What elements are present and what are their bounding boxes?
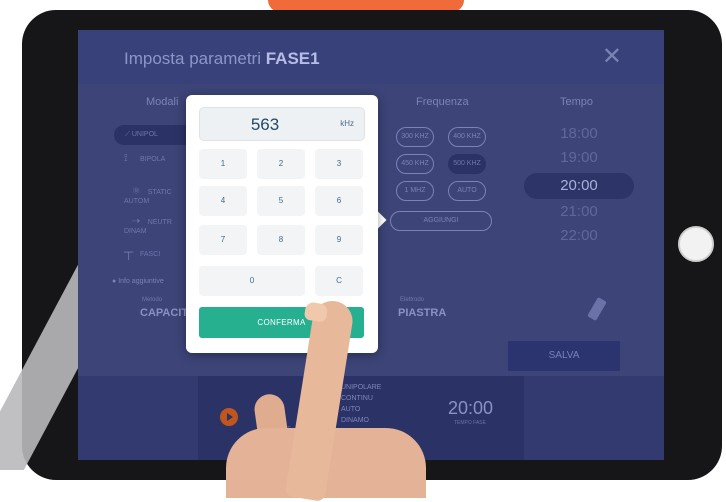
detail-line: DINAMO bbox=[341, 417, 369, 424]
keypad-unit: kHz bbox=[340, 119, 354, 128]
electrode-icon bbox=[587, 296, 607, 322]
key-9[interactable]: 9 bbox=[315, 225, 363, 255]
key-3[interactable]: 3 bbox=[315, 149, 363, 179]
field-value-method[interactable]: CAPACIT bbox=[140, 307, 188, 319]
mode-neutral[interactable]: ⇢ NEUTR DINAM bbox=[124, 208, 172, 245]
bipolar-icon: ⟟ bbox=[124, 153, 128, 164]
mode-unipolar[interactable]: ⟋ UNIPOL bbox=[114, 125, 196, 145]
mode-beam[interactable]: ┬ FASCI bbox=[124, 244, 160, 259]
key-7[interactable]: 7 bbox=[199, 225, 247, 255]
field-label-method: Metodo bbox=[142, 297, 163, 303]
freq-pill[interactable]: AUTO bbox=[448, 181, 486, 201]
field-label-electrode: Elettrodo bbox=[400, 297, 425, 303]
mode-label: FASCI bbox=[140, 251, 161, 258]
close-icon[interactable]: ✕ bbox=[602, 42, 622, 71]
unipolar-icon: ⟋ bbox=[125, 131, 132, 138]
time-option[interactable]: 21:00 bbox=[524, 201, 634, 223]
key-5[interactable]: 5 bbox=[257, 186, 305, 216]
title-phase: FASE1 bbox=[265, 49, 320, 68]
time-option[interactable]: 22:00 bbox=[524, 225, 634, 247]
freq-pill[interactable]: 400 KHZ bbox=[448, 127, 486, 147]
key-clear[interactable]: C bbox=[315, 266, 363, 296]
keypad-value: 563 bbox=[250, 115, 280, 134]
column-header-time: Tempo bbox=[560, 96, 594, 108]
column-header-frequency: Frequenza bbox=[416, 96, 469, 108]
keypad-display: 563 kHz bbox=[199, 107, 365, 141]
neutral-icon: ⇢ bbox=[131, 216, 141, 227]
detail-line: CONTINU bbox=[341, 395, 373, 402]
column-header-mode: Modali bbox=[146, 96, 179, 108]
time-option[interactable]: 19:00 bbox=[524, 147, 634, 169]
mode-bipolar[interactable]: ⟟ BIPOLA bbox=[124, 153, 165, 164]
home-button[interactable] bbox=[678, 226, 714, 262]
key-6[interactable]: 6 bbox=[315, 186, 363, 216]
time-option-selected[interactable]: 20:00 bbox=[524, 173, 634, 199]
phase-time: 20:00 bbox=[448, 398, 494, 418]
mode-label: UNIPOL bbox=[131, 131, 158, 138]
info-row[interactable]: ● Info aggiuntive bbox=[112, 278, 164, 285]
detail-line: UNIPOLARE bbox=[341, 384, 382, 391]
phase-details: UNIPOLARE CONTINU AUTO DINAMO bbox=[341, 382, 381, 426]
key-0[interactable]: 0 bbox=[199, 266, 305, 296]
key-8[interactable]: 8 bbox=[257, 225, 305, 255]
key-4[interactable]: 4 bbox=[199, 186, 247, 216]
modal-title: Imposta parametri FASE1 bbox=[124, 49, 320, 69]
phase-time-label: TEMPO FASE bbox=[454, 420, 486, 426]
freq-pill[interactable]: 300 KHZ bbox=[396, 127, 434, 147]
field-value-electrode[interactable]: PIASTRA bbox=[398, 307, 446, 319]
time-option[interactable]: 18:00 bbox=[524, 123, 634, 145]
key-1[interactable]: 1 bbox=[199, 149, 247, 179]
static-icon: ⚛ bbox=[131, 186, 141, 197]
play-icon[interactable] bbox=[220, 408, 238, 426]
add-button[interactable]: AGGIUNGI bbox=[390, 211, 492, 231]
time-list: 18:00 19:00 20:00 21:00 22:00 bbox=[524, 123, 634, 247]
freq-pill[interactable]: 1 MHZ bbox=[396, 181, 434, 201]
mode-label: BIPOLA bbox=[140, 156, 166, 163]
detail-line: AUTO bbox=[341, 406, 361, 413]
freq-pill-selected[interactable]: 500 KHZ bbox=[448, 154, 486, 174]
info-icon: ● bbox=[112, 278, 117, 285]
key-2[interactable]: 2 bbox=[257, 149, 305, 179]
modal-header: Imposta parametri FASE1 ✕ bbox=[78, 30, 664, 84]
save-button[interactable]: SALVA bbox=[508, 341, 620, 371]
title-prefix: Imposta parametri bbox=[124, 49, 261, 68]
info-text: Info aggiuntive bbox=[118, 278, 164, 285]
freq-pill[interactable]: 450 KHZ bbox=[396, 154, 434, 174]
beam-icon: ┬ bbox=[124, 244, 134, 259]
fingertip bbox=[303, 301, 329, 323]
